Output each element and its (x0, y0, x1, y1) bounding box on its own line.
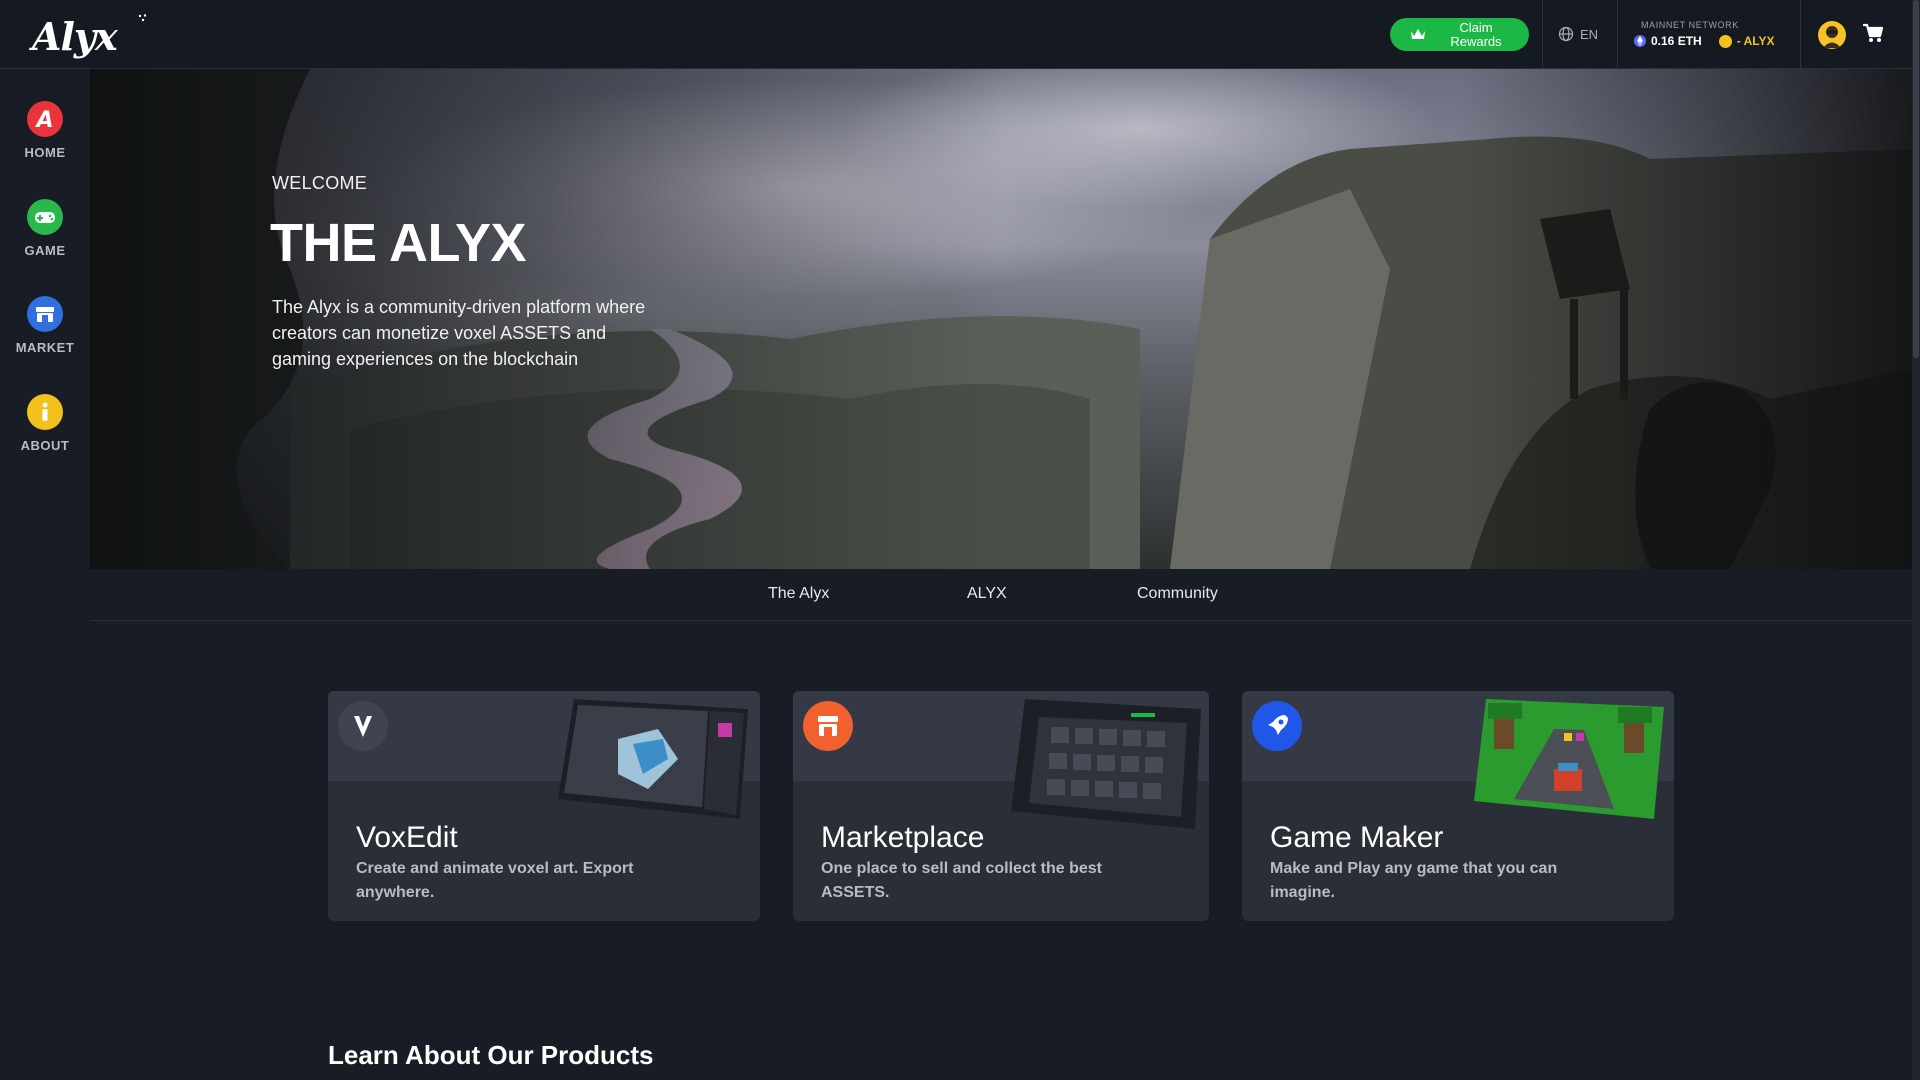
language-selector[interactable]: EN (1558, 24, 1598, 44)
claim-rewards-label: Claim Rewards (1450, 20, 1502, 49)
alyx-coin-icon (1718, 34, 1732, 48)
language-label: EN (1580, 26, 1599, 42)
marketplace-screenshot (1011, 699, 1201, 829)
info-icon (27, 394, 63, 430)
section-title: Learn About Our Products (328, 1040, 654, 1070)
tab-alyx[interactable]: ALYX (967, 585, 1007, 603)
claim-rewards-button[interactable]: Claim Rewards (1390, 18, 1529, 51)
alyx-logo[interactable]: Alyx (32, 14, 118, 59)
card-title: Marketplace (821, 821, 985, 854)
topbar-divider (1617, 0, 1618, 69)
crown-icon (1411, 29, 1425, 39)
gamepad-icon (27, 199, 63, 235)
sidebar-item-label: GAME (24, 243, 66, 258)
card-title: VoxEdit (356, 821, 458, 854)
tab-community[interactable]: Community (1137, 585, 1218, 603)
card-description: Make and Play any game that you can imag… (1270, 860, 1558, 901)
sidebar-item-about[interactable]: ABOUT (0, 394, 90, 474)
gamemaker-icon (1252, 701, 1302, 751)
hero-welcome: WELCOME (272, 173, 368, 193)
hero-description: The Alyx is a community-driven platform … (272, 297, 646, 369)
network-label: MAINNET NETWORK (1641, 20, 1739, 30)
sidebar-item-game[interactable]: GAME (0, 199, 90, 279)
section-tabs: The Alyx ALYX Community (90, 569, 1912, 621)
eth-balance: 0.16 ETH (1651, 34, 1702, 48)
cart-icon[interactable] (1862, 22, 1884, 44)
card-title: Game Maker (1270, 821, 1444, 854)
topbar-divider (1800, 0, 1801, 69)
home-icon: A (27, 101, 63, 137)
hero-banner: WELCOME THE ALYX The Alyx is a community… (90, 69, 1912, 569)
sidebar-item-label: MARKET (15, 340, 75, 355)
globe-icon (1558, 26, 1574, 42)
alyx-balance: - ALYX (1736, 34, 1775, 48)
game-maker-screenshot (1474, 699, 1664, 819)
sidebar-item-label: ABOUT (20, 438, 70, 453)
card-description: Create and animate voxel art. Export any… (356, 860, 634, 901)
sidebar: A HOME GAME MARKET ABOUT (0, 69, 90, 1080)
user-avatar-icon (1823, 26, 1841, 48)
topbar-divider (1542, 0, 1543, 69)
voxedit-screenshot (558, 699, 748, 819)
voxedit-icon (338, 701, 388, 751)
card-description: One place to sell and collect the best A… (821, 860, 1102, 901)
page-scrollbar[interactable] (1912, 0, 1920, 1080)
sidebar-item-label: HOME (24, 145, 66, 160)
voxedit-card[interactable]: VoxEdit Create and animate voxel art. Ex… (328, 691, 760, 921)
scrollbar-thumb[interactable] (1913, 0, 1919, 358)
avatar[interactable] (1818, 21, 1846, 49)
marketplace-card[interactable]: Marketplace One place to sell and collec… (793, 691, 1209, 921)
svg-text:A: A (34, 108, 53, 133)
sidebar-item-market[interactable]: MARKET (0, 296, 90, 376)
top-bar: Alyx Claim Rewards EN MAINNET NETWORK 0.… (0, 0, 1920, 69)
tab-the-alyx[interactable]: The Alyx (768, 585, 829, 603)
hero-title: THE ALYX (270, 213, 527, 273)
market-icon (27, 296, 63, 332)
game-maker-card[interactable]: Game Maker Make and Play any game that y… (1242, 691, 1674, 921)
marketplace-icon (803, 701, 853, 751)
eth-icon (1634, 35, 1646, 47)
sidebar-item-home[interactable]: A HOME (0, 101, 90, 181)
wallet-balance[interactable]: 0.16 ETH - ALYX (1634, 33, 1775, 49)
logo-sparkle-icon (138, 14, 147, 22)
